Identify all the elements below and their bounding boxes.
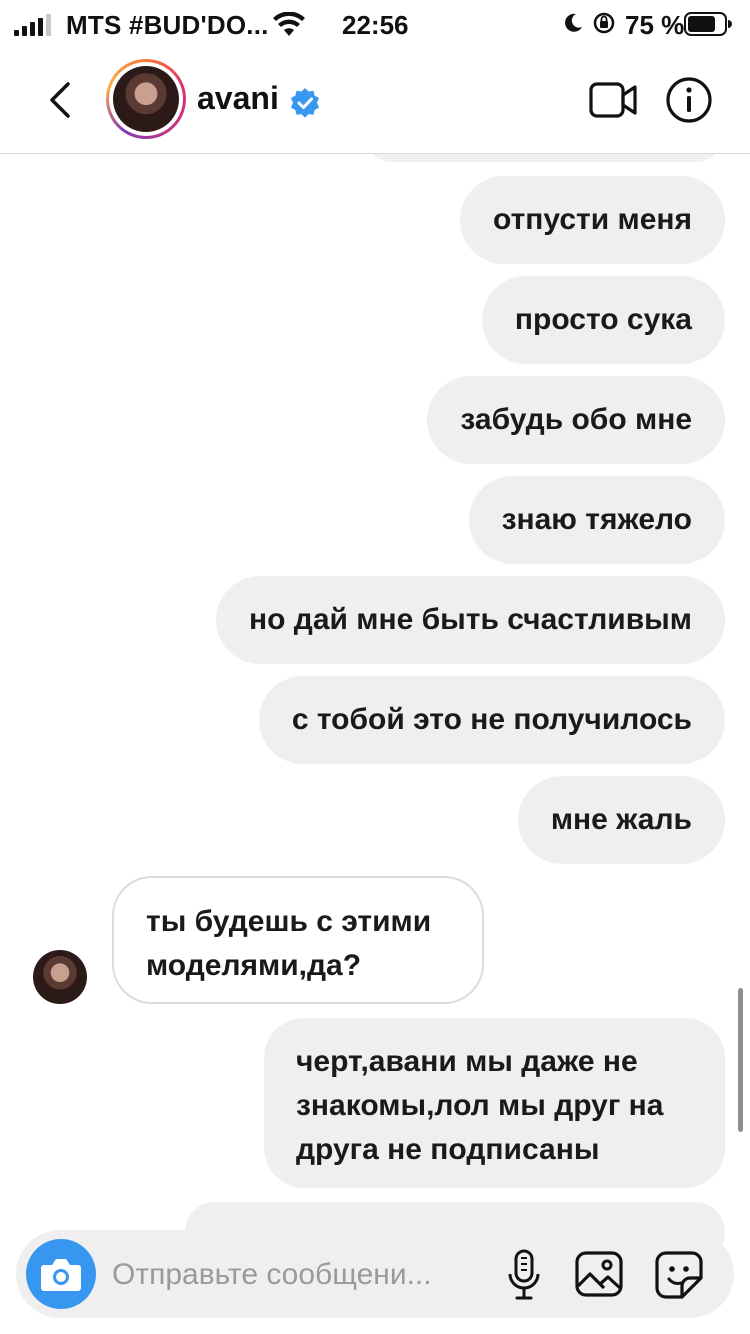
message-text: забудь обо мне — [460, 403, 692, 436]
message-text: знаю тяжело — [501, 503, 692, 536]
info-icon[interactable] — [665, 76, 713, 124]
message-bubble[interactable]: с тобой это не получилось — [258, 676, 725, 764]
cellular-signal-icon — [14, 14, 51, 36]
message-input[interactable] — [112, 1250, 490, 1300]
carrier-name: MTS #BUD'DO... — [66, 10, 269, 40]
message-composer — [16, 1230, 734, 1318]
moon-icon — [565, 13, 582, 32]
contact-name[interactable]: avani — [197, 80, 279, 117]
video-call-icon[interactable] — [588, 80, 638, 120]
contact-avatar[interactable] — [106, 59, 186, 139]
message-text: ты будешь с этими моделями,да? — [146, 905, 432, 982]
status-bar: MTS #BUD'DO... 22:56 75 % — [0, 0, 750, 50]
message-text: с тобой это не получилось — [291, 703, 692, 736]
wifi-icon — [273, 12, 305, 36]
message-bubble[interactable]: отпусти меня — [460, 176, 725, 264]
message-bubble[interactable]: просто сука — [481, 276, 725, 364]
camera-button[interactable] — [26, 1239, 96, 1309]
verified-icon — [291, 88, 319, 118]
gallery-icon[interactable] — [574, 1250, 624, 1298]
sender-avatar[interactable] — [33, 950, 87, 1004]
camera-icon — [41, 1259, 81, 1291]
message-bubble[interactable]: мне жаль — [517, 776, 725, 864]
message-text: мне жаль — [550, 803, 692, 836]
message-text: но дай мне быть счастливым — [249, 603, 692, 636]
avatar — [113, 66, 179, 132]
message-text: просто сука — [514, 303, 692, 336]
message-bubble[interactable]: забудь обо мне — [427, 376, 725, 464]
clock: 22:56 — [342, 10, 409, 40]
message-bubble[interactable]: черт,авани мы даже не знакомы,лол мы дру… — [264, 1018, 725, 1188]
sticker-icon[interactable] — [654, 1250, 704, 1300]
message-bubble-incoming[interactable]: ты будешь с этими моделями,да? — [112, 876, 484, 1004]
chat-header: avani — [0, 50, 750, 154]
message-bubble[interactable]: знаю тяжело — [468, 476, 725, 564]
microphone-icon[interactable] — [506, 1248, 542, 1302]
battery-icon — [684, 12, 732, 36]
rotation-lock-icon — [593, 12, 615, 34]
scrollbar[interactable] — [738, 988, 743, 1132]
message-bubble[interactable]: но дай мне быть счастливым — [216, 576, 725, 664]
message-text: черт,авани мы даже не знакомы,лол мы дру… — [296, 1045, 664, 1166]
back-icon[interactable] — [44, 80, 76, 120]
battery-percentage: 75 % — [625, 10, 685, 40]
message-text: отпусти меня — [493, 203, 692, 236]
